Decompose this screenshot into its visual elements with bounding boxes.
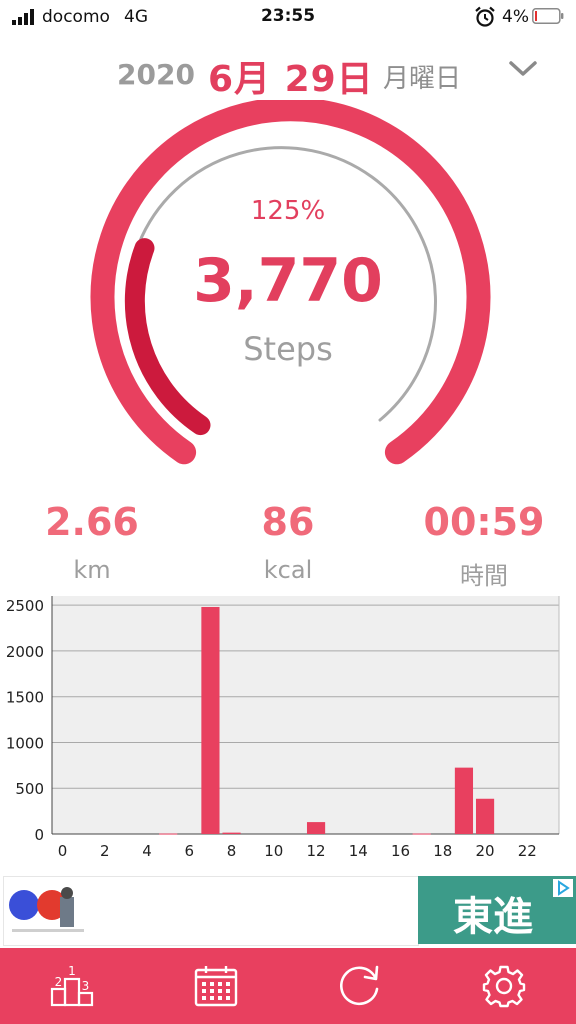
ad-banner[interactable]: 東進: [0, 870, 576, 948]
duration-stat: 00:59 時間: [389, 500, 576, 591]
status-bar: docomo 4G 23:55 4%: [0, 0, 576, 34]
date-header: 2020 6月 29日 月曜日: [0, 50, 576, 100]
ad-brand-panel[interactable]: 東進: [418, 876, 576, 944]
x-tick-label: 8: [227, 842, 237, 860]
chart-bar: [306, 822, 326, 834]
svg-text:2: 2: [55, 975, 63, 989]
y-tick-label: 2500: [6, 597, 44, 615]
battery-icon: [532, 8, 564, 24]
goal-percent: 125%: [250, 196, 326, 226]
chart-bar: [222, 832, 241, 834]
x-tick-label: 16: [391, 842, 410, 860]
hourly-steps-chart: 0 500 1000 1500 2000 2500 0 2 4 6 8 10 12 14 16 18 20 22: [6, 596, 560, 860]
date-year: 2020: [117, 58, 195, 91]
tab-bar: 1 2 3: [0, 948, 576, 1024]
ad-image[interactable]: [3, 876, 419, 946]
date-weekday: 月曜日: [383, 64, 462, 94]
chart-plot-area: [52, 596, 559, 834]
tab-settings[interactable]: [432, 948, 576, 1024]
gear-icon: [482, 965, 526, 1008]
chart-bar: [412, 833, 431, 835]
duration-unit: 時間: [460, 562, 508, 590]
y-tick-label: 1000: [6, 734, 44, 752]
duration-value: 00:59: [423, 500, 545, 544]
x-tick-label: 18: [433, 842, 452, 860]
steps-count: 3,770: [193, 246, 383, 316]
chevron-down-icon[interactable]: [508, 58, 538, 80]
tab-ranking[interactable]: 1 2 3: [0, 948, 144, 1024]
alarm-icon: [475, 6, 495, 27]
ad-graphic: [9, 887, 84, 932]
refresh-icon: [340, 965, 379, 1006]
x-tick-label: 4: [142, 842, 152, 860]
y-tick-label: 2000: [6, 643, 44, 661]
x-tick-label: 22: [518, 842, 537, 860]
x-tick-label: 0: [58, 842, 68, 860]
distance-stat: 2.66 km: [0, 500, 187, 584]
calories-value: 86: [261, 500, 315, 544]
ad-brand-text: 東進: [453, 894, 533, 940]
x-tick-label: 10: [264, 842, 283, 860]
chart-bar: [454, 767, 474, 834]
chart-bar: [201, 606, 220, 834]
svg-text:3: 3: [82, 979, 90, 993]
y-tick-label: 0: [34, 826, 44, 844]
calories-unit: kcal: [263, 556, 313, 584]
x-tick-label: 6: [185, 842, 195, 860]
battery-percent: 4%: [502, 7, 529, 27]
y-tick-label: 500: [15, 780, 44, 798]
tab-refresh[interactable]: [288, 948, 432, 1024]
calendar-icon: [194, 966, 238, 1007]
svg-text:1: 1: [68, 964, 76, 978]
x-tick-label: 14: [349, 842, 368, 860]
calories-stat: 86 kcal: [193, 500, 383, 584]
y-tick-label: 1500: [6, 689, 44, 707]
tab-calendar[interactable]: [144, 948, 288, 1024]
date-month-day[interactable]: 6月 29日: [208, 50, 374, 102]
distance-unit: km: [73, 556, 111, 584]
adchoices-icon[interactable]: [553, 879, 573, 897]
steps-label: Steps: [243, 330, 333, 368]
x-tick-label: 12: [307, 842, 326, 860]
chart-bar: [475, 798, 495, 834]
distance-value: 2.66: [45, 500, 139, 544]
ranking-icon: 1 2 3: [50, 964, 94, 1007]
x-tick-label: 2: [100, 842, 110, 860]
x-tick-label: 20: [476, 842, 495, 860]
chart-bar: [159, 833, 178, 835]
